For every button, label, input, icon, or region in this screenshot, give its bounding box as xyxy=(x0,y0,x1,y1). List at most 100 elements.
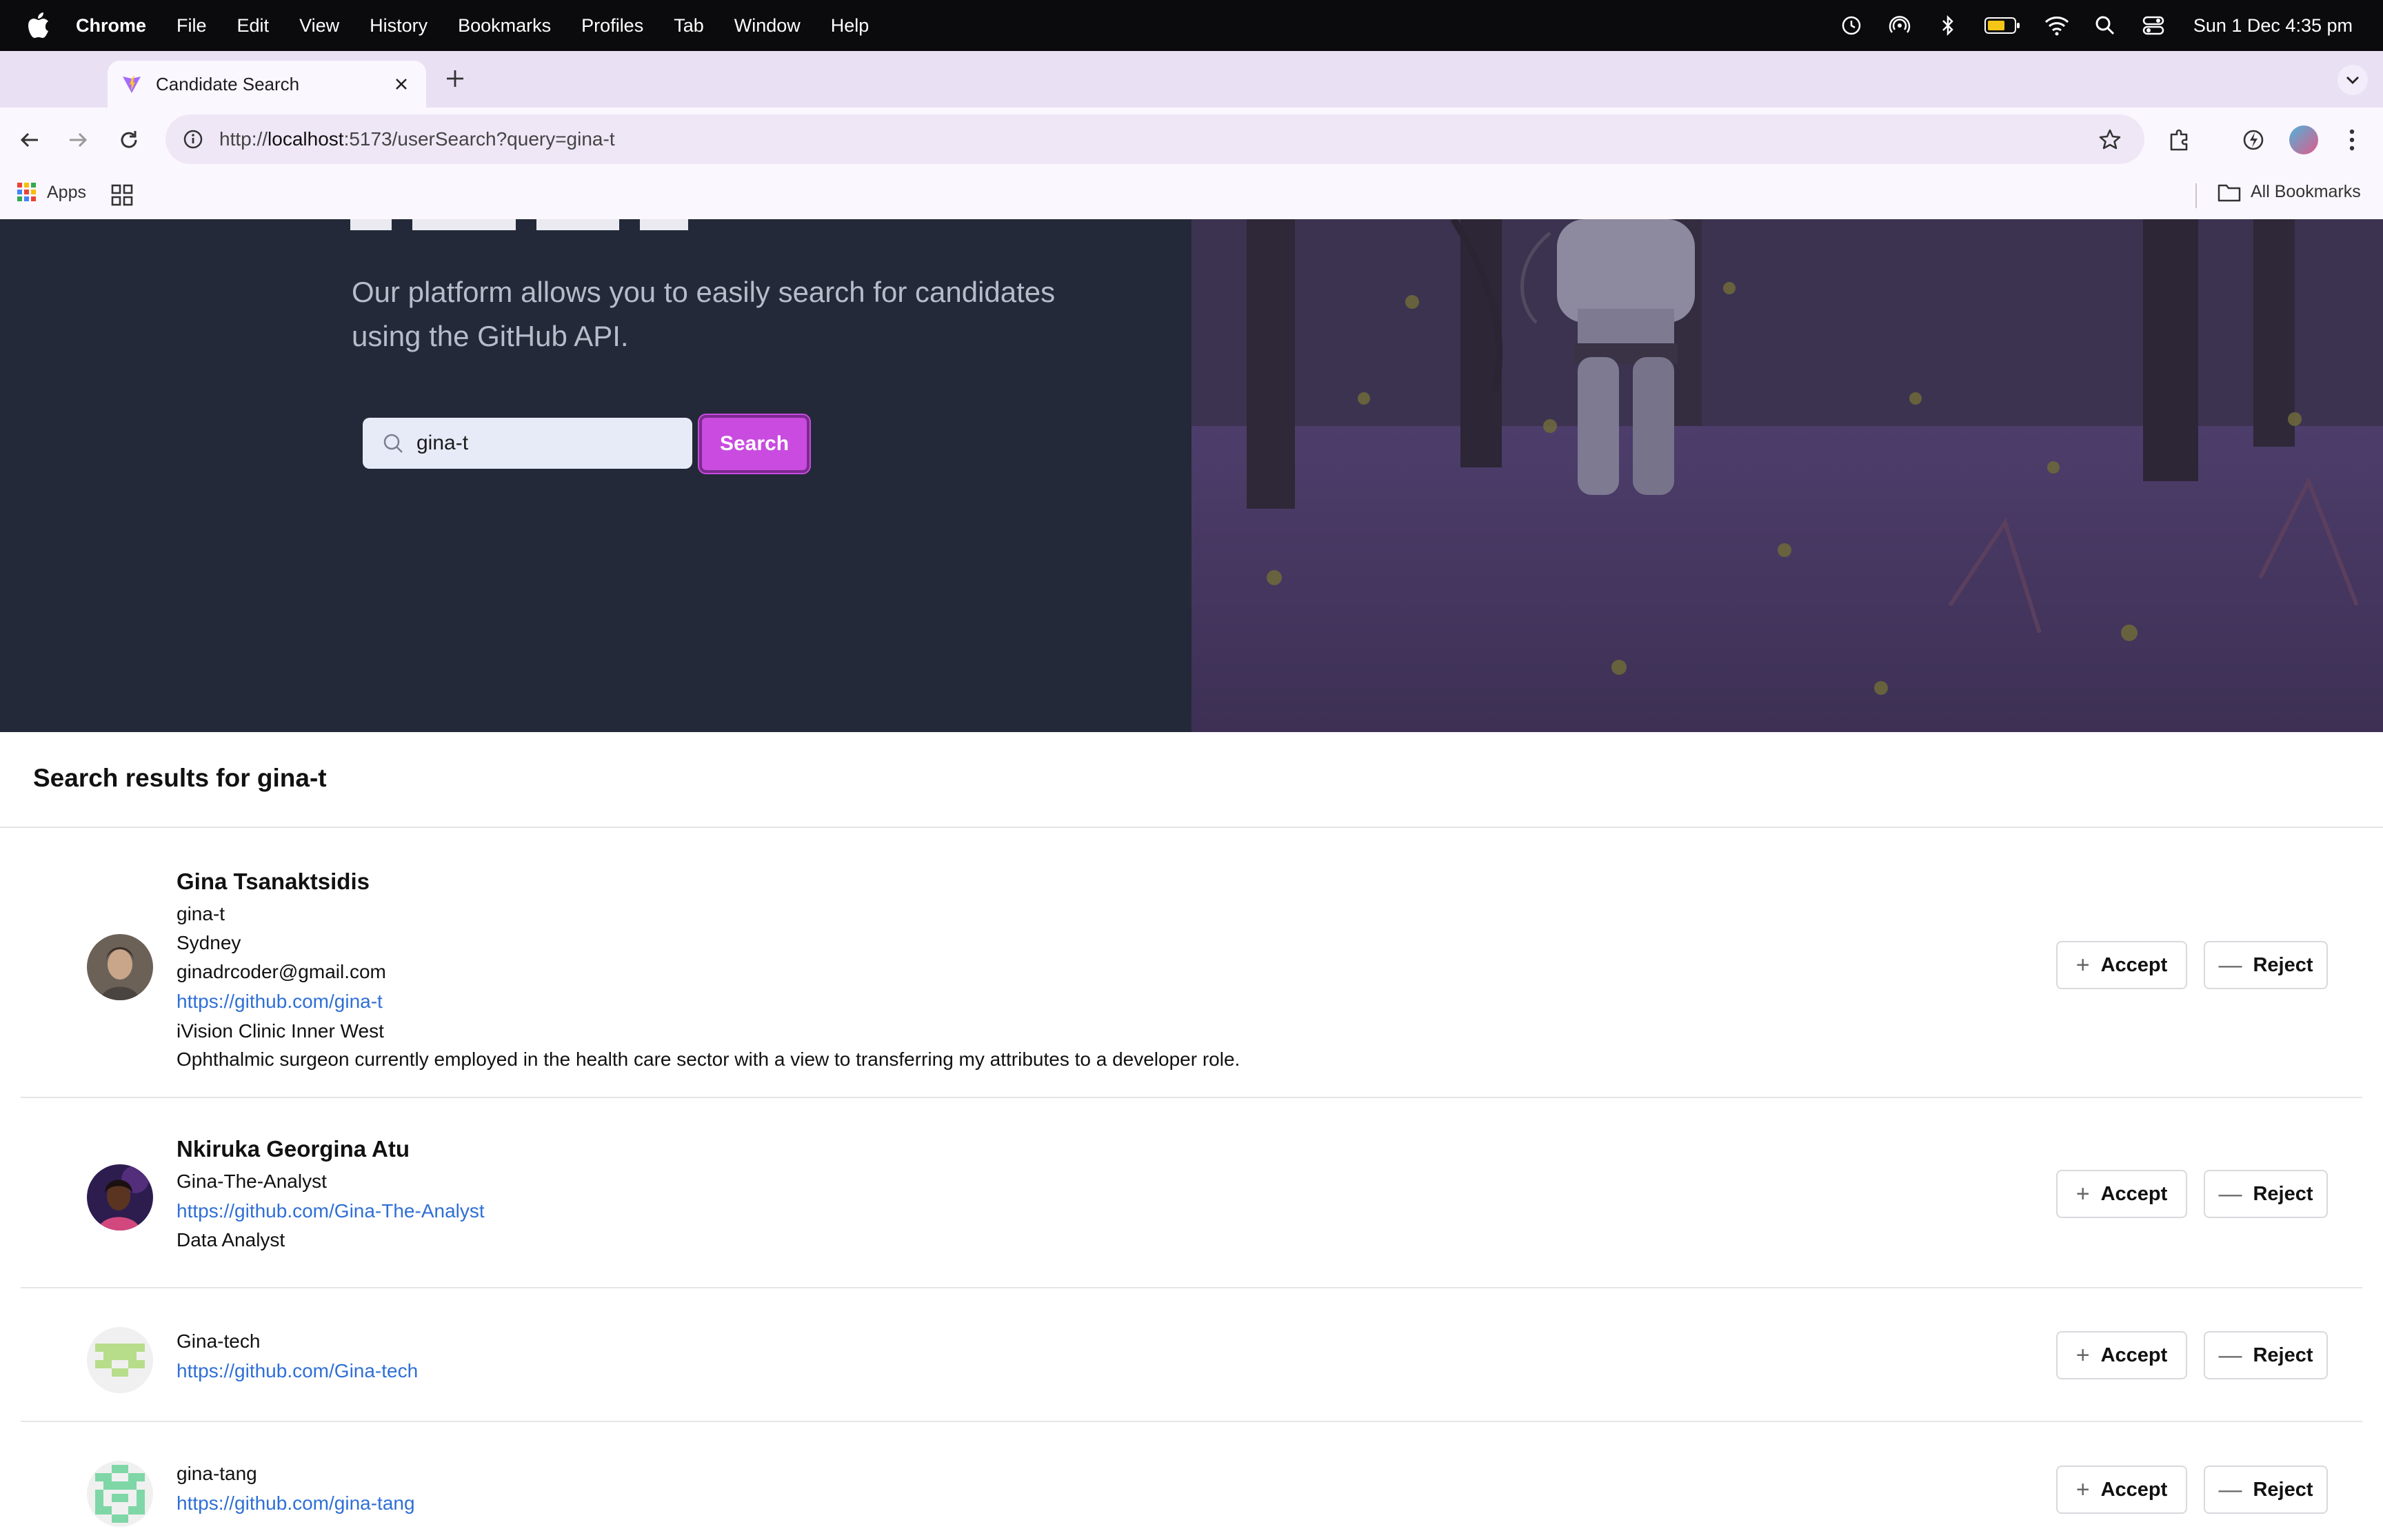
hero-subtitle: Our platform allows you to easily search… xyxy=(352,276,1056,352)
menu-history[interactable]: History xyxy=(370,15,428,37)
bookmark-apps[interactable]: Apps xyxy=(17,182,86,203)
accept-button[interactable]: + Accept xyxy=(2056,1331,2187,1379)
vite-favicon-icon xyxy=(121,74,142,94)
address-bar[interactable]: http://localhost:5173/userSearch?query=g… xyxy=(165,114,2144,164)
menu-file[interactable]: File xyxy=(177,15,207,37)
airdrop-icon[interactable] xyxy=(1887,13,1912,38)
results-title: Search results for gina-t xyxy=(33,764,327,792)
plus-icon: + xyxy=(2075,1181,2090,1207)
site-info-icon[interactable] xyxy=(179,125,207,153)
plus-icon: + xyxy=(2075,1477,2090,1503)
folder-icon xyxy=(2218,184,2241,201)
battery-icon[interactable] xyxy=(1984,13,2021,38)
candidate-email: ginadrcoder@gmail.com xyxy=(177,961,386,982)
bookmark-star-icon[interactable] xyxy=(2096,125,2124,153)
candidate-info: Gina Tsanaktsidis gina-t Sydney ginadrco… xyxy=(177,868,1240,1073)
accept-button[interactable]: + Accept xyxy=(2056,1466,2187,1514)
candidate-identicon-avatar xyxy=(87,1461,153,1527)
candidate-info: Gina-tech https://github.com/Gina-tech xyxy=(177,1327,418,1386)
menu-bookmarks[interactable]: Bookmarks xyxy=(458,15,551,37)
bluetooth-icon[interactable] xyxy=(1935,13,1960,38)
candidate-name: Nkiruka Georgina Atu xyxy=(177,1136,410,1162)
hero-section: Our platform allows you to easily search… xyxy=(0,219,2383,732)
all-bookmarks[interactable]: All Bookmarks xyxy=(2218,182,2361,202)
back-icon[interactable] xyxy=(14,124,46,156)
candidate-card: Gina-tech https://github.com/Gina-tech +… xyxy=(21,1288,2362,1422)
menu-chrome[interactable]: Chrome xyxy=(76,15,146,37)
apps-label: Apps xyxy=(47,182,86,202)
candidate-info: gina-tang https://github.com/gina-tang xyxy=(177,1459,415,1519)
menubar-clock[interactable]: Sun 1 Dec 4:35 pm xyxy=(2193,15,2353,37)
candidate-github-link[interactable]: https://github.com/Gina-The-Analyst xyxy=(177,1196,485,1226)
minus-icon: — xyxy=(2218,952,2242,978)
candidate-info: Nkiruka Georgina Atu Gina-The-Analyst ht… xyxy=(177,1135,485,1254)
candidate-card: Gina Tsanaktsidis gina-t Sydney ginadrco… xyxy=(21,828,2362,1098)
plus-icon: + xyxy=(2075,952,2090,978)
more-menu-icon[interactable] xyxy=(2335,123,2369,157)
control-center-icon[interactable] xyxy=(2141,13,2166,38)
minus-icon: — xyxy=(2218,1342,2242,1368)
minus-icon: — xyxy=(2218,1181,2242,1207)
search-icon xyxy=(379,429,407,457)
candidate-bio: Ophthalmic surgeon currently employed in… xyxy=(177,1048,1240,1070)
forward-icon[interactable] xyxy=(62,124,94,156)
menu-profiles[interactable]: Profiles xyxy=(581,15,643,37)
extensions-icon[interactable] xyxy=(2162,123,2197,157)
close-tab-icon[interactable] xyxy=(390,73,412,95)
plus-icon: + xyxy=(2075,1342,2090,1368)
candidate-avatar xyxy=(87,1164,153,1230)
search-input[interactable] xyxy=(416,432,678,455)
all-bookmarks-label: All Bookmarks xyxy=(2251,182,2361,201)
candidate-location: Sydney xyxy=(177,932,241,953)
browser-toolbar: http://localhost:5173/userSearch?query=g… xyxy=(0,108,2383,172)
tab-candidate-search[interactable]: Candidate Search xyxy=(108,61,426,108)
menu-window[interactable]: Window xyxy=(734,15,801,37)
candidate-github-link[interactable]: https://github.com/gina-t xyxy=(177,986,1240,1017)
search-button[interactable]: Search xyxy=(699,415,810,473)
spotlight-search-icon[interactable] xyxy=(2093,13,2118,38)
candidate-card: gina-tang https://github.com/gina-tang +… xyxy=(21,1422,2362,1540)
candidate-name: Gina Tsanaktsidis xyxy=(177,869,370,894)
candidate-github-link[interactable]: https://github.com/gina-tang xyxy=(177,1488,415,1519)
candidate-github-link[interactable]: https://github.com/Gina-tech xyxy=(177,1356,418,1386)
wifi-icon[interactable] xyxy=(2044,13,2069,38)
performance-icon[interactable] xyxy=(2236,123,2271,157)
accept-button[interactable]: + Accept xyxy=(2056,941,2187,989)
candidate-login: Gina-tech xyxy=(177,1330,261,1352)
url-text[interactable]: http://localhost:5173/userSearch?query=g… xyxy=(219,128,615,150)
tab-search-menu-icon[interactable] xyxy=(2337,65,2368,95)
candidate-card: Nkiruka Georgina Atu Gina-The-Analyst ht… xyxy=(21,1098,2362,1288)
hero-heading-clipped xyxy=(350,219,736,256)
status-area: Sun 1 Dec 4:35 pm xyxy=(1839,0,2353,51)
apple-icon[interactable] xyxy=(25,12,52,39)
time-machine-icon[interactable] xyxy=(1839,13,1864,38)
candidate-company: iVision Clinic Inner West xyxy=(177,1020,384,1042)
menu-view[interactable]: View xyxy=(299,15,339,37)
profile-avatar[interactable] xyxy=(2286,123,2321,157)
reject-button[interactable]: — Reject xyxy=(2204,1466,2328,1514)
accept-button[interactable]: + Accept xyxy=(2056,1170,2187,1218)
menu-help[interactable]: Help xyxy=(831,15,869,37)
reject-button[interactable]: — Reject xyxy=(2204,1331,2328,1379)
reject-button[interactable]: — Reject xyxy=(2204,1170,2328,1218)
hero-astronaut-forest-image xyxy=(1192,219,2383,732)
candidate-bio: Data Analyst xyxy=(177,1229,285,1250)
tab-groups-icon[interactable] xyxy=(110,183,135,208)
tab-title: Candidate Search xyxy=(156,73,300,94)
candidate-identicon-avatar xyxy=(87,1327,153,1393)
menu-tab[interactable]: Tab xyxy=(674,15,704,37)
tab-strip: Candidate Search xyxy=(0,51,2383,108)
candidate-login: gina-tang xyxy=(177,1463,257,1484)
candidate-login: Gina-The-Analyst xyxy=(177,1171,327,1192)
menu-edit[interactable]: Edit xyxy=(237,15,270,37)
bookmarks-bar: Apps All Bookmarks xyxy=(0,172,2383,219)
bookmarks-divider xyxy=(2195,183,2197,208)
search-field[interactable] xyxy=(363,418,692,469)
candidate-avatar xyxy=(87,934,153,1000)
macos-menu-bar: Chrome File Edit View History Bookmarks … xyxy=(0,0,2383,51)
apps-grid-icon xyxy=(17,183,36,201)
minus-icon: — xyxy=(2218,1477,2242,1503)
new-tab-icon[interactable] xyxy=(441,65,469,92)
reload-icon[interactable] xyxy=(113,124,145,156)
reject-button[interactable]: — Reject xyxy=(2204,941,2328,989)
